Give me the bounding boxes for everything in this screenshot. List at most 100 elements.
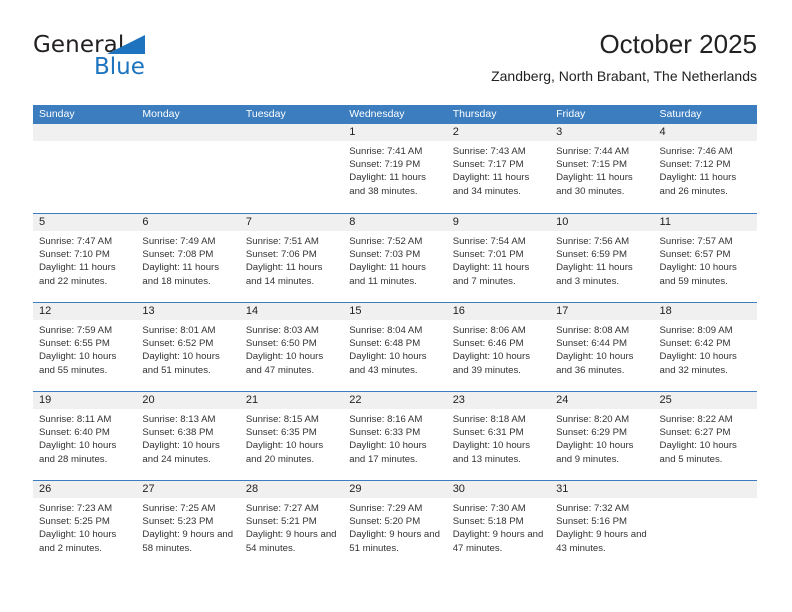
daylight-text: Daylight: 11 hours and 14 minutes.: [245, 262, 323, 287]
day-details: Sunrise: 7:30 AM Sunset: 5:18 PM Dayligh…: [447, 498, 550, 555]
sunset-text: Sunset: 6:44 PM: [556, 338, 628, 350]
general-blue-logo[interactable]: General Blue: [33, 32, 233, 88]
day-details: Sunrise: 7:29 AM Sunset: 5:20 PM Dayligh…: [343, 498, 446, 555]
day-number-band: 10: [550, 214, 654, 231]
calendar-day-cell[interactable]: 26 Sunrise: 7:23 AM Sunset: 5:25 PM Dayl…: [33, 481, 137, 569]
calendar-day-cell[interactable]: 22 Sunrise: 8:16 AM Sunset: 6:33 PM Dayl…: [343, 392, 447, 480]
day-number-band: 6: [136, 214, 240, 231]
weekday-header-friday: Friday: [556, 108, 586, 120]
day-details: [33, 141, 136, 145]
sunrise-text: Sunrise: 7:23 AM: [39, 503, 113, 514]
calendar-day-cell[interactable]: 12 Sunrise: 7:59 AM Sunset: 6:55 PM Dayl…: [33, 303, 137, 391]
calendar-day-cell[interactable]: 3 Sunrise: 7:44 AM Sunset: 7:15 PM Dayli…: [550, 124, 654, 213]
calendar-day-cell[interactable]: 4 Sunrise: 7:46 AM Sunset: 7:12 PM Dayli…: [653, 124, 757, 213]
calendar-day-cell[interactable]: 21 Sunrise: 8:15 AM Sunset: 6:35 PM Dayl…: [239, 392, 344, 480]
sunset-text: Sunset: 5:23 PM: [142, 516, 214, 528]
calendar-day-cell[interactable]: 23 Sunrise: 8:18 AM Sunset: 6:31 PM Dayl…: [446, 392, 551, 480]
sunrise-text: Sunrise: 8:01 AM: [142, 325, 216, 336]
calendar-day-cell[interactable]: 17 Sunrise: 8:08 AM Sunset: 6:44 PM Dayl…: [550, 303, 654, 391]
sunset-text: Sunset: 6:33 PM: [349, 427, 421, 439]
calendar-day-cell[interactable]: 5 Sunrise: 7:47 AM Sunset: 7:10 PM Dayli…: [33, 214, 137, 302]
day-number-band: 2: [446, 124, 551, 141]
day-number-band: 14: [239, 303, 344, 320]
calendar-day-cell[interactable]: 2 Sunrise: 7:43 AM Sunset: 7:17 PM Dayli…: [446, 124, 551, 213]
sunset-text: Sunset: 7:03 PM: [349, 249, 421, 261]
calendar-day-cell[interactable]: 8 Sunrise: 7:52 AM Sunset: 7:03 PM Dayli…: [343, 214, 447, 302]
day-number: 12: [39, 305, 52, 317]
day-details: Sunrise: 7:49 AM Sunset: 7:08 PM Dayligh…: [136, 231, 239, 288]
day-number-band: 18: [653, 303, 757, 320]
day-details: Sunrise: 7:59 AM Sunset: 6:55 PM Dayligh…: [33, 320, 136, 377]
calendar-day-cell[interactable]: 16 Sunrise: 8:06 AM Sunset: 6:46 PM Dayl…: [446, 303, 551, 391]
day-details: Sunrise: 8:03 AM Sunset: 6:50 PM Dayligh…: [240, 320, 343, 377]
daylight-text: Daylight: 9 hours and 47 minutes.: [452, 529, 544, 554]
sunrise-text: Sunrise: 7:51 AM: [245, 236, 319, 247]
calendar-day-cell[interactable]: 24 Sunrise: 8:20 AM Sunset: 6:29 PM Dayl…: [550, 392, 654, 480]
calendar-day-cell[interactable]: 14 Sunrise: 8:03 AM Sunset: 6:50 PM Dayl…: [239, 303, 344, 391]
calendar-day-cell[interactable]: 30 Sunrise: 7:30 AM Sunset: 5:18 PM Dayl…: [446, 481, 551, 569]
sunrise-text: Sunrise: 7:46 AM: [659, 146, 733, 157]
day-number-band: [239, 124, 344, 141]
sunset-text: Sunset: 7:01 PM: [452, 249, 524, 261]
day-details: [654, 498, 757, 502]
calendar-day-cell[interactable]: 7 Sunrise: 7:51 AM Sunset: 7:06 PM Dayli…: [239, 214, 344, 302]
daylight-text: Daylight: 9 hours and 51 minutes.: [349, 529, 440, 554]
sunset-text: Sunset: 7:12 PM: [659, 159, 731, 171]
day-details: Sunrise: 7:57 AM Sunset: 6:57 PM Dayligh…: [654, 231, 757, 288]
daylight-text: Daylight: 10 hours and 47 minutes.: [245, 351, 324, 376]
sunset-text: Sunset: 6:52 PM: [142, 338, 214, 350]
calendar-day-cell[interactable]: 19 Sunrise: 8:11 AM Sunset: 6:40 PM Dayl…: [33, 392, 137, 480]
sunset-text: Sunset: 6:27 PM: [659, 427, 731, 439]
day-number-band: 28: [239, 481, 344, 498]
calendar-day-cell[interactable]: 9 Sunrise: 7:54 AM Sunset: 7:01 PM Dayli…: [446, 214, 551, 302]
calendar-day-cell[interactable]: 29 Sunrise: 7:29 AM Sunset: 5:20 PM Dayl…: [343, 481, 447, 569]
daylight-text: Daylight: 10 hours and 17 minutes.: [349, 440, 427, 465]
calendar-day-cell[interactable]: 15 Sunrise: 8:04 AM Sunset: 6:48 PM Dayl…: [343, 303, 447, 391]
calendar-day-cell[interactable]: 11 Sunrise: 7:57 AM Sunset: 6:57 PM Dayl…: [653, 214, 757, 302]
calendar-day-cell[interactable]: 10 Sunrise: 7:56 AM Sunset: 6:59 PM Dayl…: [550, 214, 654, 302]
calendar-day-cell[interactable]: 27 Sunrise: 7:25 AM Sunset: 5:23 PM Dayl…: [136, 481, 240, 569]
calendar-day-cell[interactable]: 13 Sunrise: 8:01 AM Sunset: 6:52 PM Dayl…: [136, 303, 240, 391]
calendar-day-cell[interactable]: [653, 481, 757, 569]
day-number-band: 9: [446, 214, 551, 231]
sunset-text: Sunset: 6:48 PM: [349, 338, 421, 350]
calendar-day-cell[interactable]: 20 Sunrise: 8:13 AM Sunset: 6:38 PM Dayl…: [136, 392, 240, 480]
daylight-text: Daylight: 11 hours and 38 minutes.: [349, 172, 426, 197]
calendar-day-cell[interactable]: [33, 124, 137, 213]
day-details: Sunrise: 8:16 AM Sunset: 6:33 PM Dayligh…: [343, 409, 446, 466]
weekday-header-monday: Monday: [142, 108, 180, 120]
day-number-band: 21: [239, 392, 344, 409]
daylight-text: Daylight: 10 hours and 9 minutes.: [556, 440, 634, 465]
day-details: Sunrise: 8:04 AM Sunset: 6:48 PM Dayligh…: [343, 320, 446, 377]
calendar-day-cell[interactable]: 25 Sunrise: 8:22 AM Sunset: 6:27 PM Dayl…: [653, 392, 757, 480]
sunrise-text: Sunrise: 8:06 AM: [452, 325, 526, 336]
day-number: 3: [556, 126, 563, 138]
sunrise-text: Sunrise: 8:08 AM: [556, 325, 630, 336]
daylight-text: Daylight: 9 hours and 54 minutes.: [245, 529, 337, 554]
calendar-day-cell[interactable]: 31 Sunrise: 7:32 AM Sunset: 5:16 PM Dayl…: [550, 481, 654, 569]
sunrise-text: Sunrise: 8:04 AM: [349, 325, 423, 336]
calendar-day-cell[interactable]: [239, 124, 344, 213]
sunrise-text: Sunrise: 8:18 AM: [452, 414, 526, 425]
calendar-day-cell[interactable]: 1 Sunrise: 7:41 AM Sunset: 7:19 PM Dayli…: [343, 124, 447, 213]
day-details: [240, 141, 343, 145]
day-details: [136, 141, 239, 145]
day-number-band: 4: [653, 124, 757, 141]
day-number: 8: [349, 216, 356, 228]
calendar-week-row: 12 Sunrise: 7:59 AM Sunset: 6:55 PM Dayl…: [33, 302, 757, 391]
calendar-day-cell[interactable]: 6 Sunrise: 7:49 AM Sunset: 7:08 PM Dayli…: [136, 214, 240, 302]
daylight-text: Daylight: 10 hours and 13 minutes.: [452, 440, 531, 465]
sunrise-text: Sunrise: 7:27 AM: [245, 503, 319, 514]
calendar-day-cell[interactable]: [136, 124, 240, 213]
daylight-text: Daylight: 11 hours and 22 minutes.: [39, 262, 116, 287]
day-number-band: [653, 481, 757, 498]
day-number: 26: [39, 483, 52, 495]
calendar-day-cell[interactable]: 18 Sunrise: 8:09 AM Sunset: 6:42 PM Dayl…: [653, 303, 757, 391]
day-number: 11: [659, 216, 671, 228]
calendar-day-cell[interactable]: 28 Sunrise: 7:27 AM Sunset: 5:21 PM Dayl…: [239, 481, 344, 569]
day-number-band: 22: [343, 392, 447, 409]
sunrise-text: Sunrise: 7:30 AM: [452, 503, 526, 514]
page-header: General Blue October 2025 Zandberg, Nort…: [33, 28, 757, 100]
sunset-text: Sunset: 7:08 PM: [142, 249, 214, 261]
day-number: 22: [349, 394, 362, 406]
